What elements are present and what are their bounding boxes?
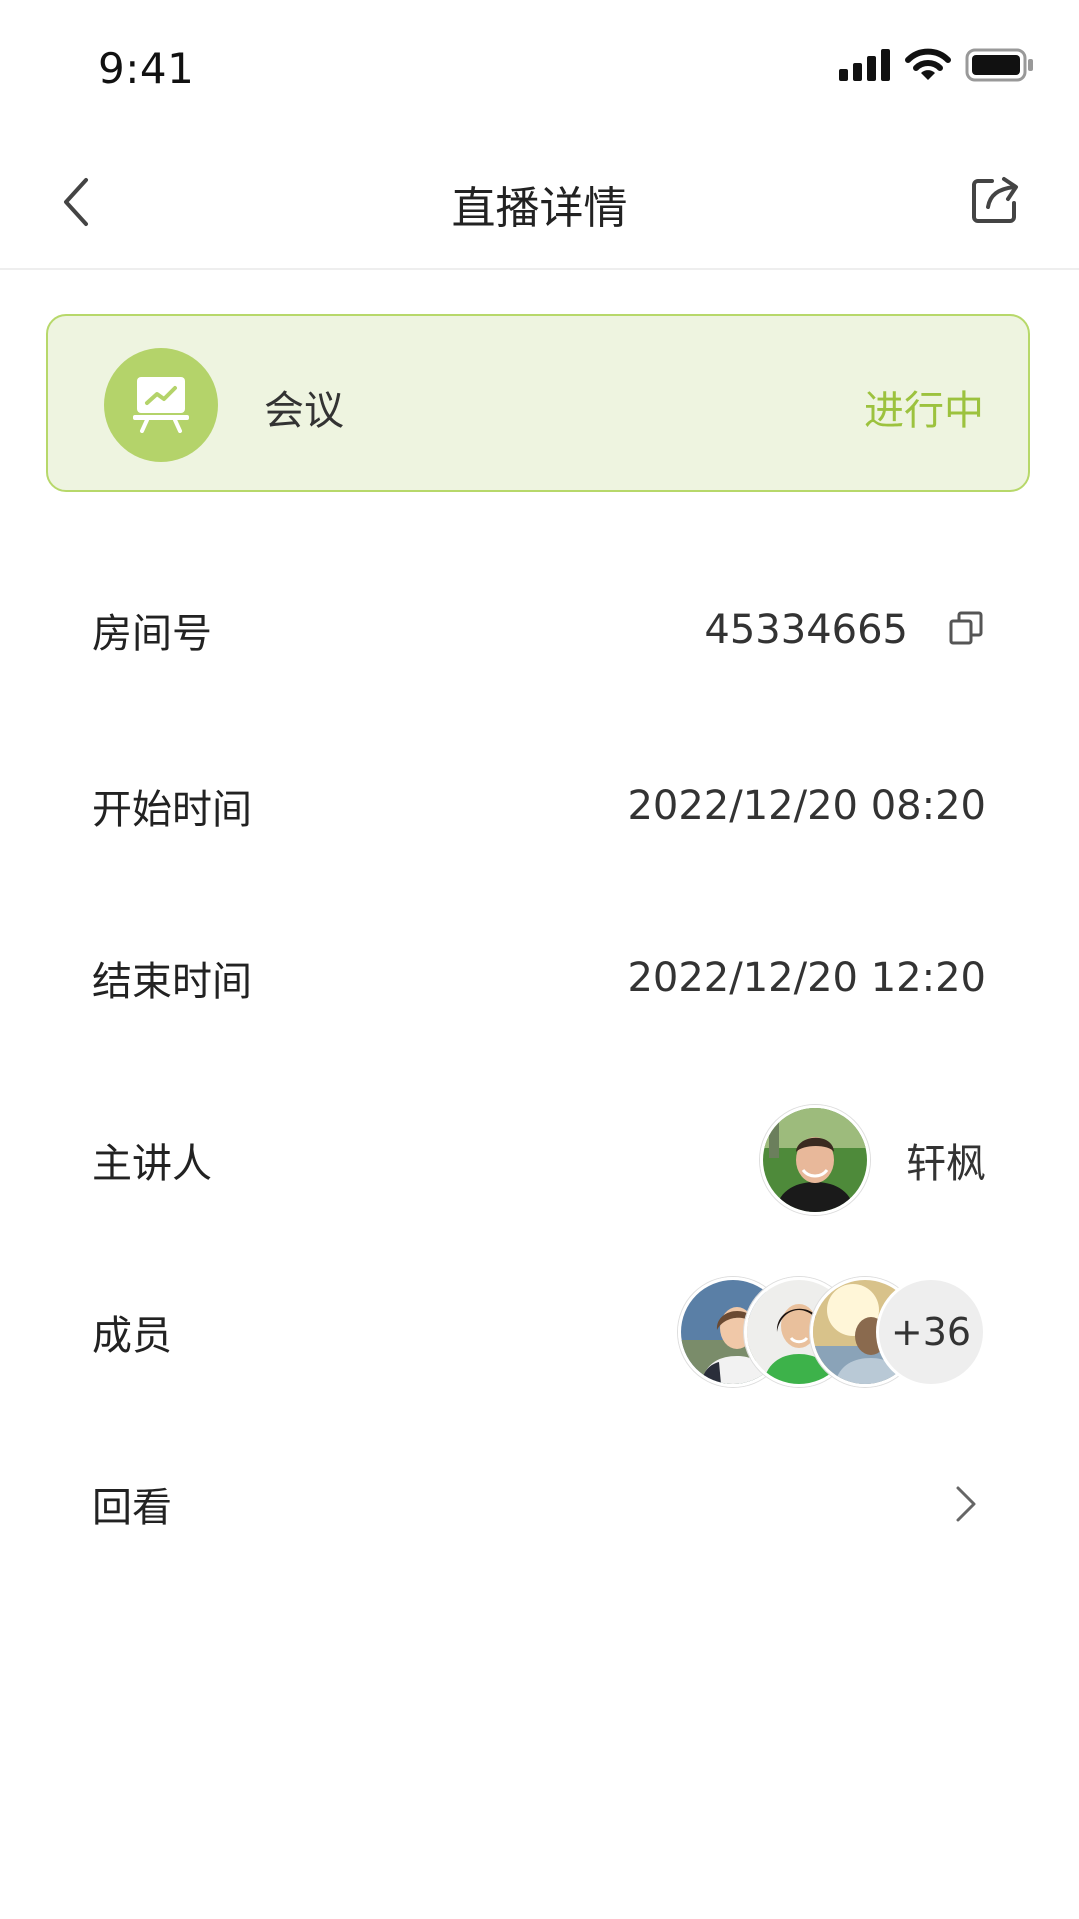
- signal-icon: [839, 49, 891, 85]
- status-time: 9:41: [98, 44, 195, 93]
- battery-icon: [965, 48, 1035, 86]
- start-time-group: 2022/12/20 08:20: [627, 783, 986, 829]
- copy-icon: [948, 610, 984, 650]
- room-label: 房间号: [92, 611, 212, 657]
- end-time-group: 2022/12/20 12:20: [627, 955, 986, 1001]
- replay-label: 回看: [92, 1485, 172, 1531]
- start-time-label: 开始时间: [92, 787, 252, 833]
- meeting-status-label: 进行中: [864, 388, 984, 434]
- replay-group: [946, 1484, 986, 1524]
- status-bar: 9:41: [0, 0, 1079, 120]
- presentation-board-icon: [133, 373, 189, 437]
- start-time-value: 2022/12/20 08:20: [627, 783, 986, 829]
- room-number: 45334665: [704, 607, 908, 653]
- wifi-icon: [905, 48, 951, 86]
- members-label: 成员: [92, 1313, 172, 1359]
- page-title: 直播详情: [451, 183, 628, 234]
- share-button[interactable]: [963, 170, 1027, 234]
- status-icons: [839, 48, 1035, 86]
- members-group: +36: [678, 1277, 986, 1387]
- more-members-badge[interactable]: +36: [876, 1277, 986, 1387]
- member-avatar-stack[interactable]: +36: [678, 1277, 986, 1387]
- meeting-type: 会议: [264, 388, 344, 434]
- navigation-bar: 直播详情: [0, 140, 1079, 270]
- end-time-value: 2022/12/20 12:20: [627, 955, 986, 1001]
- detail-row-start-time: 开始时间 2022/12/20 08:20: [92, 756, 986, 856]
- detail-row-host[interactable]: 主讲人 轩枫: [92, 1100, 986, 1220]
- host-label: 主讲人: [92, 1141, 212, 1187]
- host-avatar[interactable]: [760, 1105, 870, 1215]
- chevron-right-icon: [946, 1484, 986, 1524]
- meeting-icon-badge: [104, 348, 218, 462]
- end-time-label: 结束时间: [92, 959, 252, 1005]
- host-group: 轩枫: [760, 1105, 986, 1215]
- room-value-group: 45334665: [704, 607, 986, 653]
- copy-button[interactable]: [946, 610, 986, 650]
- detail-row-replay[interactable]: 回看: [92, 1444, 986, 1564]
- share-icon: [970, 175, 1020, 229]
- detail-row-members[interactable]: 成员 +36: [92, 1272, 986, 1392]
- detail-row-end-time: 结束时间 2022/12/20 12:20: [92, 928, 986, 1028]
- detail-row-room: 房间号 45334665: [92, 580, 986, 680]
- meeting-status-card: 会议 进行中: [46, 314, 1030, 492]
- host-name: 轩枫: [906, 1141, 986, 1187]
